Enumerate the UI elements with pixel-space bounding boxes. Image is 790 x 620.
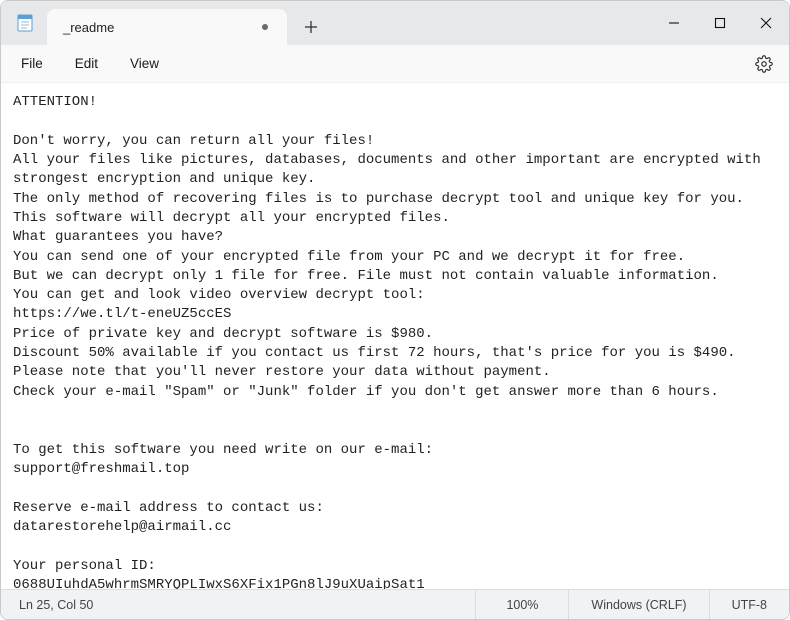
menu-file[interactable]: File (7, 50, 57, 77)
maximize-icon (714, 17, 726, 29)
new-tab-button[interactable] (293, 9, 329, 45)
tab-readme[interactable]: _readme (47, 9, 287, 45)
tab-modified-indicator[interactable] (253, 15, 277, 39)
settings-button[interactable] (749, 49, 779, 79)
maximize-button[interactable] (697, 1, 743, 45)
tab-strip: _readme (47, 1, 329, 45)
status-encoding[interactable]: UTF-8 (709, 590, 789, 619)
menu-edit[interactable]: Edit (61, 50, 112, 77)
gear-icon (755, 55, 773, 73)
status-line-ending[interactable]: Windows (CRLF) (568, 590, 708, 619)
close-icon (760, 17, 772, 29)
window-controls (651, 1, 789, 45)
notepad-window: _readme (0, 0, 790, 620)
status-zoom[interactable]: 100% (475, 590, 568, 619)
tab-title: _readme (63, 20, 245, 35)
menu-view[interactable]: View (116, 50, 173, 77)
plus-icon (304, 20, 318, 34)
minimize-button[interactable] (651, 1, 697, 45)
menubar: File Edit View (1, 45, 789, 83)
editor-area[interactable]: ATTENTION! Don't worry, you can return a… (1, 83, 789, 589)
close-button[interactable] (743, 1, 789, 45)
titlebar: _readme (1, 1, 789, 45)
dot-icon (262, 24, 268, 30)
minimize-icon (668, 17, 680, 29)
notepad-icon (15, 13, 35, 33)
editor-content: ATTENTION! Don't worry, you can return a… (13, 93, 777, 589)
statusbar: Ln 25, Col 50 100% Windows (CRLF) UTF-8 (1, 589, 789, 619)
status-position[interactable]: Ln 25, Col 50 (1, 590, 115, 619)
